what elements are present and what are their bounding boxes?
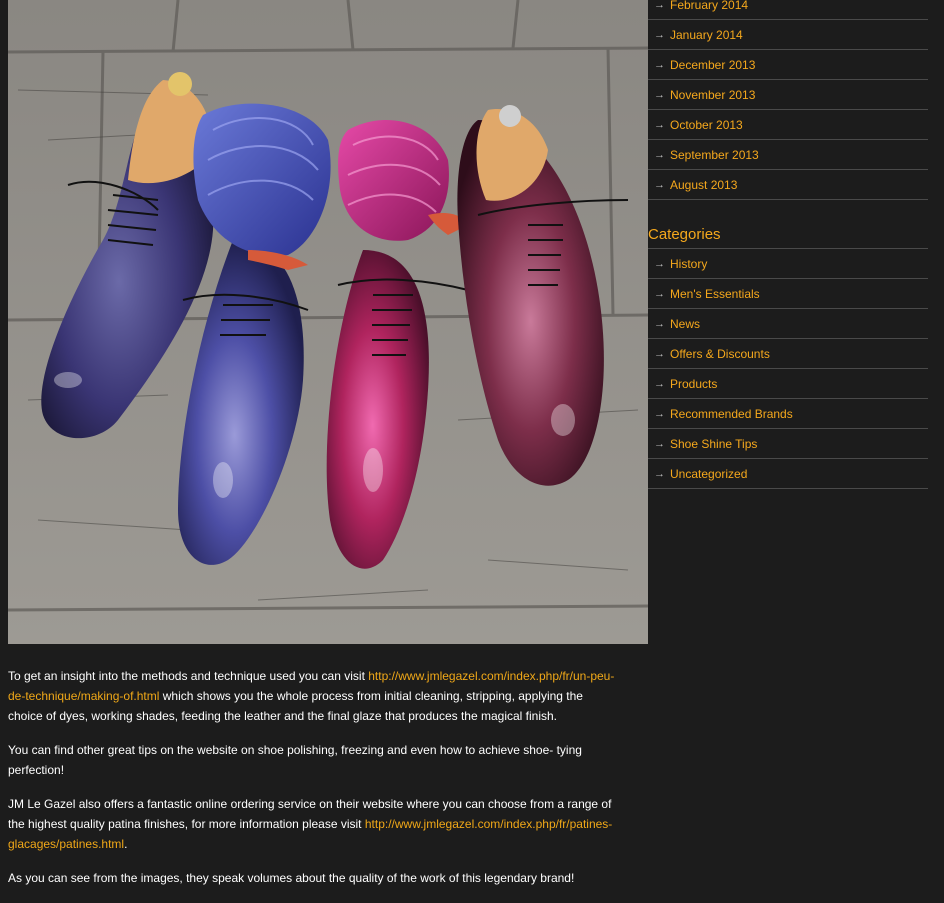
archive-item-september-2013[interactable]: → September 2013	[648, 140, 928, 170]
archive-item-label: December 2013	[670, 57, 756, 72]
archive-item-label: October 2013	[670, 117, 743, 132]
archive-item-label: January 2014	[670, 27, 743, 42]
arrow-right-icon: →	[654, 58, 665, 71]
arrow-right-icon: →	[654, 437, 665, 450]
archive-item-november-2013[interactable]: → November 2013	[648, 80, 928, 110]
archive-item-label: August 2013	[670, 177, 738, 192]
category-item-shoe-shine-tips[interactable]: → Shoe Shine Tips	[648, 429, 928, 459]
arrow-right-icon: →	[654, 0, 665, 11]
archive-item-february-2014[interactable]: → February 2014	[648, 0, 928, 20]
arrow-right-icon: →	[654, 118, 665, 131]
arrow-right-icon: →	[654, 377, 665, 390]
category-item-label: Products	[670, 376, 718, 391]
arrow-right-icon: →	[654, 467, 665, 480]
sidebar: → February 2014 → January 2014 → December 2…	[648, 0, 928, 489]
article-paragraph-1: To get an insight into the methods and t…	[8, 666, 620, 726]
category-item-history[interactable]: → History	[648, 249, 928, 279]
category-item-news[interactable]: → News	[648, 309, 928, 339]
category-item-mens-essentials[interactable]: → Men's Essentials	[648, 279, 928, 309]
shoes-photo	[8, 0, 648, 644]
article-paragraph-3: JM Le Gazel also offers a fantastic onli…	[8, 794, 620, 854]
category-item-label: Offers & Discounts	[670, 346, 770, 361]
arrow-right-icon: →	[654, 407, 665, 420]
article-paragraph-4: As you can see from the images, they spe…	[8, 871, 575, 885]
paragraph-1-text-start: To get an insight into the methods and t…	[8, 669, 369, 683]
arrow-right-icon: →	[654, 148, 665, 161]
archives-list: → February 2014 → January 2014 → December 2…	[648, 0, 928, 200]
article-body: To get an insight into the methods and t…	[8, 666, 620, 902]
category-item-label: History	[670, 256, 708, 271]
archive-item-december-2013[interactable]: → December 2013	[648, 50, 928, 80]
category-item-label: News	[670, 316, 701, 331]
archive-item-january-2014[interactable]: → January 2014	[648, 20, 928, 50]
category-item-label: Recommended Brands	[670, 406, 793, 421]
arrow-right-icon: →	[654, 257, 665, 270]
paragraph-3-text-end: .	[124, 837, 128, 851]
page: To get an insight into the methods and t…	[0, 0, 944, 903]
category-item-label: Uncategorized	[670, 466, 748, 481]
archive-item-label: November 2013	[670, 87, 756, 102]
arrow-right-icon: →	[654, 287, 665, 300]
arrow-right-icon: →	[654, 88, 665, 101]
archive-item-label: September 2013	[670, 147, 759, 162]
archive-item-october-2013[interactable]: → October 2013	[648, 110, 928, 140]
arrow-right-icon: →	[654, 28, 665, 41]
category-item-recommended-brands[interactable]: → Recommended Brands	[648, 399, 928, 429]
category-item-label: Shoe Shine Tips	[670, 436, 758, 451]
archive-item-august-2013[interactable]: → August 2013	[648, 170, 928, 200]
article-paragraph-2: You can find other great tips on the web…	[8, 743, 582, 777]
arrow-right-icon: →	[654, 317, 665, 330]
category-item-offers-discounts[interactable]: → Offers & Discounts	[648, 339, 928, 369]
archive-item-label: February 2014	[670, 0, 749, 12]
arrow-right-icon: →	[654, 347, 665, 360]
categories-heading: Categories	[648, 222, 928, 249]
category-item-label: Men's Essentials	[670, 286, 760, 301]
arrow-right-icon: →	[654, 178, 665, 191]
category-item-uncategorized[interactable]: → Uncategorized	[648, 459, 928, 489]
categories-list: → History → Men's Essentials → News → Offers…	[648, 249, 928, 489]
category-item-products[interactable]: → Products	[648, 369, 928, 399]
